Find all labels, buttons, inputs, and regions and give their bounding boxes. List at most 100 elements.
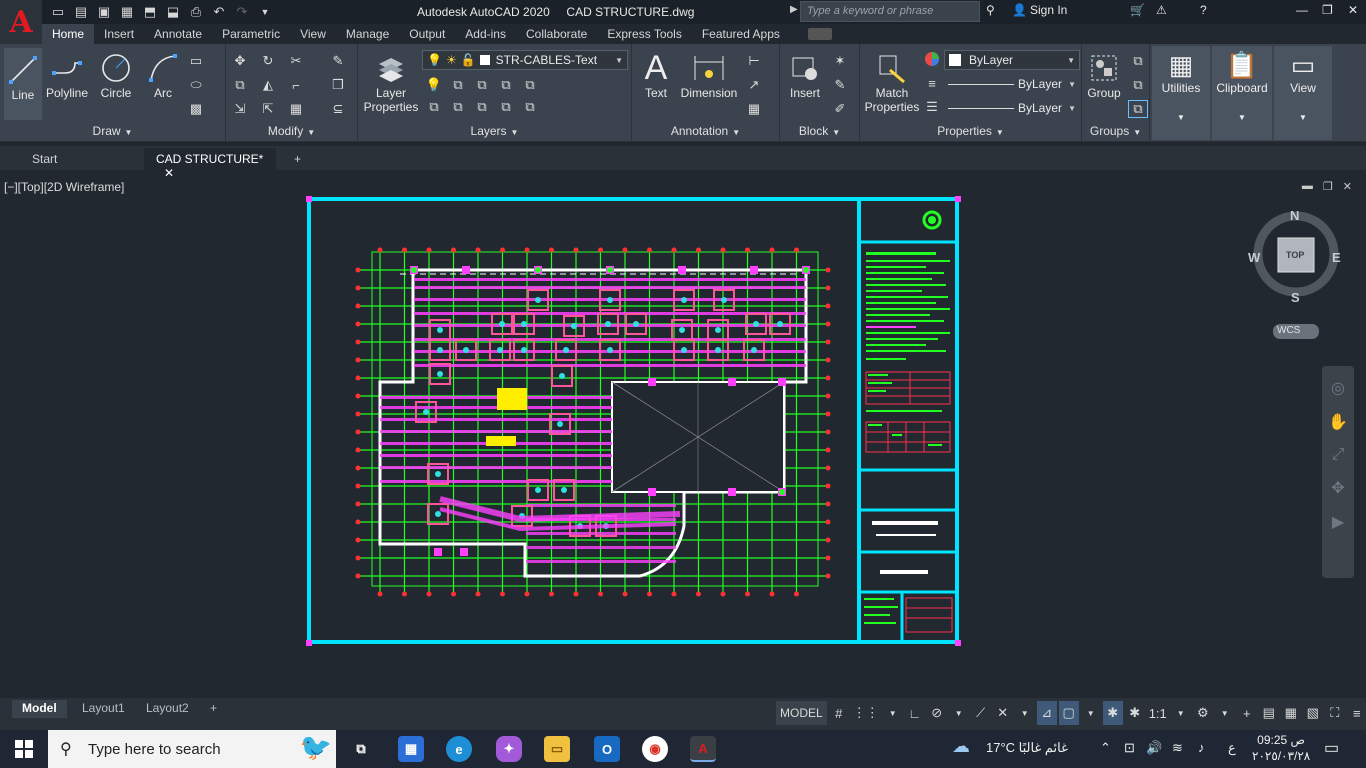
new-file-icon[interactable]: ▭ bbox=[48, 2, 68, 22]
leader-icon[interactable]: ↗ bbox=[744, 76, 764, 94]
layer-previous-icon[interactable]: ⧉ bbox=[448, 98, 468, 116]
block-panel-title[interactable]: Block ▼ bbox=[780, 124, 859, 140]
fillet-icon[interactable]: ⌐ bbox=[286, 76, 306, 94]
file-explorer-icon[interactable]: ▭ bbox=[544, 736, 570, 762]
tab-model[interactable]: Model bbox=[12, 700, 67, 718]
copilot-icon[interactable]: ✦ bbox=[496, 736, 522, 762]
showmotion-icon[interactable]: ▶ bbox=[1332, 512, 1344, 532]
layer-freeze-icon[interactable]: ⧉ bbox=[472, 76, 492, 94]
edit-attributes-icon[interactable]: ✐ bbox=[830, 100, 850, 118]
tab-layout1[interactable]: Layout1 bbox=[72, 700, 135, 718]
plot-icon[interactable]: ⎙ bbox=[186, 2, 206, 22]
offset-icon[interactable]: ⊆ bbox=[328, 100, 348, 118]
save-as-icon[interactable]: ▦ bbox=[117, 2, 137, 22]
outlook-icon[interactable]: O bbox=[594, 736, 620, 762]
stretch-icon[interactable]: ⇲ bbox=[230, 100, 250, 118]
group-edit-icon[interactable]: ⧉ bbox=[1128, 76, 1148, 94]
match-properties-button[interactable]: Match Properties bbox=[865, 50, 919, 114]
hatch-icon[interactable]: ▩ bbox=[186, 100, 206, 118]
utilities-button[interactable]: ▦ Utilities ▼ bbox=[1152, 46, 1210, 140]
hardware-acceleration-icon[interactable]: ▧ bbox=[1303, 701, 1323, 725]
scale-icon[interactable]: ⇱ bbox=[258, 100, 278, 118]
tab-manage[interactable]: Manage bbox=[336, 24, 399, 44]
drawing-canvas[interactable] bbox=[0, 174, 1366, 698]
speaker-icon[interactable]: 🔊 bbox=[1146, 740, 1162, 756]
task-view-icon[interactable]: ⧉ bbox=[348, 736, 374, 762]
chrome-icon[interactable]: ◉ bbox=[642, 736, 668, 762]
draw-panel-title[interactable]: Draw ▼ bbox=[0, 124, 225, 140]
clock[interactable]: 09:25 ص ٢٠٢٥/٠٣/٢٨ bbox=[1252, 732, 1310, 764]
compass-west[interactable]: W bbox=[1248, 250, 1260, 265]
arc-button[interactable]: Arc bbox=[144, 50, 182, 100]
erase-icon[interactable]: ✎ bbox=[328, 52, 348, 70]
rotate-icon[interactable]: ↻ bbox=[258, 52, 278, 70]
redo-icon[interactable]: ↷ bbox=[232, 2, 252, 22]
array-icon[interactable]: ▦ bbox=[286, 100, 306, 118]
weather-text[interactable]: 17°C غائم غالبًا bbox=[986, 740, 1068, 756]
rectangle-icon[interactable]: ▭ bbox=[186, 52, 206, 70]
tab-express-tools[interactable]: Express Tools bbox=[597, 24, 691, 44]
new-tab-icon[interactable]: + bbox=[282, 148, 312, 170]
annotation-scale[interactable]: 1:1 bbox=[1147, 701, 1169, 725]
workspace-dropdown-icon[interactable]: ▼ bbox=[1215, 701, 1235, 725]
undo-icon[interactable]: ↶ bbox=[209, 2, 229, 22]
color-dropdown[interactable]: ByLayer ▼ bbox=[944, 50, 1080, 70]
input-language[interactable]: ع bbox=[1228, 740, 1236, 756]
volume-icon[interactable]: ♪ bbox=[1198, 740, 1205, 755]
units-icon[interactable]: ▤ bbox=[1259, 701, 1279, 725]
linear-dim-icon[interactable]: ⊢ bbox=[744, 52, 764, 70]
polar-tracking-icon[interactable]: ⊘ bbox=[927, 701, 947, 725]
sign-in-link[interactable]: Sign In bbox=[1030, 3, 1067, 17]
dimension-button[interactable]: Dimension bbox=[678, 50, 740, 100]
a360-icon[interactable]: ⚠ bbox=[1156, 3, 1167, 17]
quick-properties-icon[interactable]: ▦ bbox=[1281, 701, 1301, 725]
move-icon[interactable]: ✥ bbox=[230, 52, 250, 70]
restore-icon[interactable]: ❐ bbox=[1322, 3, 1333, 17]
tab-collaborate[interactable]: Collaborate bbox=[516, 24, 597, 44]
tab-insert[interactable]: Insert bbox=[94, 24, 144, 44]
copy-icon[interactable]: ⧉ bbox=[230, 76, 250, 94]
tab-featured-apps[interactable]: Featured Apps bbox=[692, 24, 790, 44]
layer-walk-icon[interactable]: ⧉ bbox=[472, 98, 492, 116]
polyline-button[interactable]: Polyline bbox=[44, 50, 90, 100]
steering-wheel-icon[interactable]: ◎ bbox=[1331, 378, 1345, 398]
group-selection-icon[interactable]: ⧉ bbox=[1128, 100, 1148, 118]
insert-button[interactable]: Insert bbox=[784, 50, 826, 100]
user-icon[interactable]: 👤 bbox=[1012, 3, 1027, 17]
store-icon[interactable]: ▦ bbox=[398, 736, 424, 762]
ortho-icon[interactable]: ∟ bbox=[905, 701, 925, 725]
store-cart-icon[interactable]: 🛒 bbox=[1130, 3, 1145, 17]
create-block-icon[interactable]: ✶ bbox=[830, 52, 850, 70]
layer-merge-icon[interactable]: ⧉ bbox=[520, 98, 540, 116]
wifi-icon[interactable]: ≋ bbox=[1172, 740, 1183, 756]
layer-match-icon[interactable]: ⧉ bbox=[424, 98, 444, 116]
line-button[interactable]: Line bbox=[4, 48, 42, 120]
workspace-gear-icon[interactable]: ⚙ bbox=[1193, 701, 1213, 725]
circle-button[interactable]: Circle bbox=[96, 50, 136, 100]
groups-panel-title[interactable]: Groups ▼ bbox=[1082, 124, 1149, 140]
pan-icon[interactable]: ✋ bbox=[1328, 412, 1348, 432]
annotation-monitor-icon[interactable]: + bbox=[1237, 701, 1257, 725]
polar-dropdown-icon[interactable]: ▼ bbox=[949, 701, 969, 725]
viewport-restore-icon[interactable]: ❐ bbox=[1323, 180, 1333, 193]
zoom-extents-icon[interactable]: ⤢ bbox=[1332, 446, 1345, 464]
compass-east[interactable]: E bbox=[1332, 250, 1341, 265]
clean-screen-icon[interactable]: ⛶ bbox=[1325, 701, 1345, 725]
network-icon[interactable]: ⊡ bbox=[1124, 740, 1135, 756]
close-icon[interactable]: ✕ bbox=[1348, 3, 1358, 17]
wcs-menu[interactable]: WCS bbox=[1273, 324, 1319, 339]
viewcube[interactable]: N S E W TOP bbox=[1248, 208, 1344, 305]
notification-icon[interactable]: ▭ bbox=[1324, 738, 1339, 758]
compass-south[interactable]: S bbox=[1291, 290, 1300, 305]
autocad-taskbar-icon[interactable]: A bbox=[690, 736, 716, 762]
tab-add-ins[interactable]: Add-ins bbox=[455, 24, 516, 44]
taskbar-search-box[interactable]: ⚲ Type here to search 🐦 bbox=[48, 730, 336, 768]
auto-scale-icon[interactable]: ✱ bbox=[1125, 701, 1145, 725]
scale-dropdown-icon[interactable]: ▼ bbox=[1171, 701, 1191, 725]
add-layout-icon[interactable]: + bbox=[200, 700, 227, 718]
group-button[interactable]: Group bbox=[1084, 50, 1124, 100]
view-button[interactable]: ▭ View ▼ bbox=[1274, 46, 1332, 140]
viewport-close-icon[interactable]: ✕ bbox=[1343, 180, 1352, 193]
tab-layout2[interactable]: Layout2 bbox=[136, 700, 199, 718]
ellipse-icon[interactable]: ⬭ bbox=[186, 76, 206, 94]
